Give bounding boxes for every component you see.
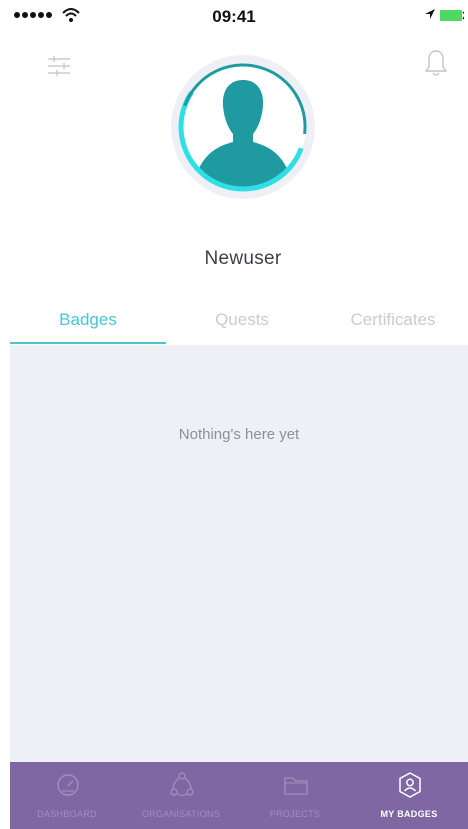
nav-dashboard[interactable]: DASHBOARD bbox=[10, 762, 124, 829]
my-badges-screen: 09:41 Newuser Badges Quests Certificates… bbox=[0, 0, 468, 829]
battery-icon bbox=[440, 10, 464, 21]
empty-state-message: Nothing's here yet bbox=[178, 426, 300, 443]
nav-organisations[interactable]: ORGANISATIONS bbox=[124, 762, 238, 829]
nav-organisations-label: ORGANISATIONS bbox=[141, 809, 221, 819]
status-time: 09:41 bbox=[212, 7, 256, 26]
nav-my-badges[interactable]: MY BADGES bbox=[352, 762, 466, 829]
tab-badges[interactable]: Badges bbox=[10, 298, 166, 342]
badges-content: Nothing's here yet bbox=[10, 345, 468, 762]
bottom-navigation: DASHBOARD ORGANISATIONS PROJECTS MY BADG… bbox=[10, 762, 468, 829]
nav-projects[interactable]: PROJECTS bbox=[238, 762, 352, 829]
nav-my-badges-label: MY BADGES bbox=[380, 809, 438, 819]
tab-bar: Badges Quests Certificates bbox=[10, 298, 468, 344]
nav-dashboard-label: DASHBOARD bbox=[37, 809, 97, 819]
avatar[interactable] bbox=[178, 62, 308, 192]
username: Newuser bbox=[204, 248, 282, 269]
dashboard-gauge-icon bbox=[57, 774, 79, 796]
nav-projects-label: PROJECTS bbox=[269, 809, 321, 819]
filter-sliders-icon[interactable] bbox=[46, 54, 72, 78]
folder-icon bbox=[284, 777, 308, 795]
active-tab-indicator bbox=[10, 342, 166, 344]
badge-user-icon bbox=[399, 772, 421, 798]
tab-certificates[interactable]: Certificates bbox=[318, 298, 468, 342]
location-arrow-icon bbox=[425, 9, 435, 19]
tab-quests[interactable]: Quests bbox=[166, 298, 318, 342]
notification-bell-icon[interactable] bbox=[423, 48, 449, 78]
status-bar: 09:41 bbox=[0, 0, 468, 40]
network-icon bbox=[170, 772, 194, 797]
